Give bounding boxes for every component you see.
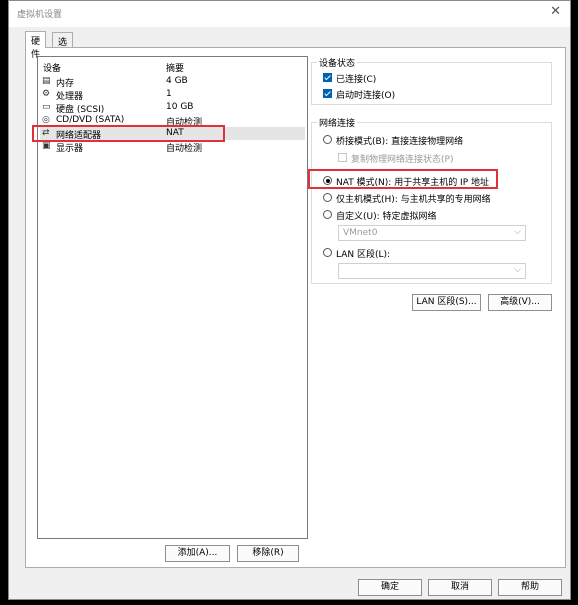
network-icon: ⇄ [42, 128, 50, 138]
cdrom-icon: ◎ [42, 115, 50, 125]
device-summary: 自动检测 [166, 144, 203, 154]
connected-label: 已连接(C) [336, 75, 377, 85]
vm-settings-window: 虚拟机设置 ✕ 硬件 选项 设备 摘要 ▤ 内存 4 GB ⚙ 处理器 1 ▭ … [8, 0, 571, 600]
chevron-down-icon: ⌵ [514, 227, 521, 237]
device-row-memory[interactable]: ▤ 内存 4 GB [40, 75, 305, 89]
chevron-down-icon: ⌵ [514, 265, 521, 275]
device-row-display[interactable]: ▣ 显示器 自动检测 [40, 140, 305, 154]
remove-button[interactable]: 移除(R) [237, 545, 299, 562]
window-title: 虚拟机设置 [17, 10, 63, 20]
bridged-radio[interactable] [323, 135, 332, 144]
nat-radio[interactable] [323, 176, 332, 185]
host-only-radio[interactable] [323, 193, 332, 202]
device-summary: 10 GB [166, 102, 194, 112]
device-summary: NAT [166, 128, 184, 138]
device-status-title: 设备状态 [317, 56, 358, 69]
custom-radio[interactable] [323, 210, 332, 219]
device-list: 设备 摘要 ▤ 内存 4 GB ⚙ 处理器 1 ▭ 硬盘 (SCSI) 10 G… [37, 56, 308, 539]
advanced-button[interactable]: 高级(V)... [488, 294, 552, 311]
processor-icon: ⚙ [42, 89, 51, 99]
host-only-label: 仅主机模式(H): 与主机共享的专用网络 [336, 195, 491, 205]
bridged-label: 桥接模式(B): 直接连接物理网络 [336, 137, 464, 147]
custom-network-value: VMnet0 [343, 228, 378, 238]
device-summary: 4 GB [166, 76, 188, 86]
network-connection-title: 网络连接 [317, 116, 358, 129]
lan-segments-button[interactable]: LAN 区段(S)... [412, 294, 481, 311]
device-row-disk[interactable]: ▭ 硬盘 (SCSI) 10 GB [40, 101, 305, 115]
device-name: CD/DVD (SATA) [56, 115, 125, 125]
column-header-device: 设备 [43, 64, 62, 74]
display-icon: ▣ [42, 141, 51, 151]
disk-icon: ▭ [42, 102, 51, 112]
device-name: 显示器 [56, 144, 84, 154]
device-row-network[interactable]: ⇄ 网络适配器 NAT [40, 127, 305, 141]
ok-button[interactable]: 确定 [358, 579, 422, 596]
device-summary: 1 [166, 89, 172, 99]
memory-icon: ▤ [42, 76, 51, 86]
cancel-button[interactable]: 取消 [428, 579, 492, 596]
nat-label: NAT 模式(N): 用于共享主机的 IP 地址 [336, 178, 490, 188]
device-row-processor[interactable]: ⚙ 处理器 1 [40, 88, 305, 102]
connected-checkbox[interactable] [323, 73, 332, 82]
close-icon[interactable]: ✕ [550, 5, 561, 18]
lan-segment-label: LAN 区段(L): [336, 250, 391, 260]
tab-options[interactable]: 选项 [52, 32, 74, 61]
connect-on-start-checkbox[interactable] [323, 89, 332, 98]
replicate-state-label: 复制物理网络连接状态(P) [351, 155, 454, 165]
title-bar: 虚拟机设置 ✕ [9, 1, 570, 27]
device-status-group: 设备状态 已连接(C) 启动时连接(O) [311, 56, 552, 105]
tab-hardware[interactable]: 硬件 [25, 31, 47, 60]
add-button[interactable]: 添加(A)... [165, 545, 230, 562]
replicate-state-checkbox[interactable] [338, 153, 347, 162]
custom-network-select[interactable]: VMnet0 ⌵ [338, 225, 526, 241]
network-connection-group: 网络连接 桥接模式(B): 直接连接物理网络 复制物理网络连接状态(P) NAT… [311, 116, 552, 284]
lan-segment-radio[interactable] [323, 248, 332, 257]
device-row-cdrom[interactable]: ◎ CD/DVD (SATA) 自动检测 [40, 114, 305, 128]
connect-on-start-label: 启动时连接(O) [336, 91, 396, 101]
help-button[interactable]: 帮助 [498, 579, 562, 596]
lan-segment-select[interactable]: ⌵ [338, 263, 526, 279]
column-header-summary: 摘要 [166, 64, 185, 74]
custom-label: 自定义(U): 特定虚拟网络 [336, 212, 437, 222]
